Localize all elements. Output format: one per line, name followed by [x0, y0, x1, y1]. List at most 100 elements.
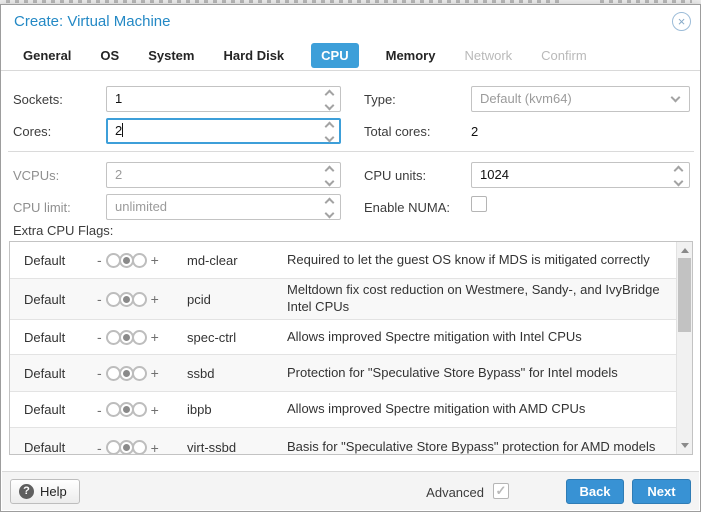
slider-plus-icon[interactable]: + [151, 440, 159, 456]
cores-input[interactable]: 2 [106, 118, 341, 144]
flag-state: Default [24, 440, 97, 455]
slider-minus-icon[interactable]: - [97, 402, 102, 418]
flag-description: Protection for "Speculative Store Bypass… [287, 365, 676, 382]
cpu-limit-input: unlimited [106, 194, 341, 220]
slider-on-circle[interactable] [132, 292, 147, 307]
tab-system[interactable]: System [146, 43, 196, 68]
slider-plus-icon[interactable]: + [151, 402, 159, 418]
advanced-checkbox[interactable]: ✓ [493, 483, 509, 499]
flag-row-ssbd[interactable]: Default - + ssbd Protection for "Specula… [10, 355, 676, 392]
dialog-title: Create: Virtual Machine [14, 13, 170, 30]
flag-description: Basis for "Speculative Store Bypass" pro… [287, 439, 676, 455]
next-button[interactable]: Next [632, 479, 691, 504]
flag-state: Default [24, 402, 97, 417]
tab-os[interactable]: OS [98, 43, 121, 68]
slider-minus-icon[interactable]: - [97, 329, 102, 345]
scrollbar[interactable] [676, 242, 692, 454]
flag-row-pcid[interactable]: Default - + pcid Meltdown fix cost reduc… [10, 279, 676, 320]
flag-slider[interactable]: - + [97, 365, 187, 381]
slider-minus-icon[interactable]: - [97, 440, 102, 456]
slider-minus-icon[interactable]: - [97, 291, 102, 307]
flag-description: Allows improved Spectre mitigation with … [287, 401, 676, 418]
tab-cpu[interactable]: CPU [311, 43, 358, 68]
spinner-arrows-icon[interactable] [326, 123, 333, 141]
slider-plus-icon[interactable]: + [151, 329, 159, 345]
vcpus-value: 2 [115, 167, 122, 182]
total-cores-value: 2 [471, 124, 478, 139]
slider-plus-icon[interactable]: + [151, 252, 159, 268]
cpu-limit-value: unlimited [115, 199, 167, 214]
tab-general[interactable]: General [21, 43, 73, 68]
spinner-arrows-icon[interactable] [675, 167, 682, 185]
tab-network: Network [462, 43, 514, 68]
flag-name: pcid [187, 292, 287, 307]
cpu-units-input[interactable]: 1024 [471, 162, 690, 188]
slider-plus-icon[interactable]: + [151, 291, 159, 307]
slider-plus-icon[interactable]: + [151, 365, 159, 381]
sockets-label: Sockets: [13, 92, 63, 107]
check-icon: ✓ [494, 484, 508, 498]
help-button-label: Help [40, 484, 67, 499]
spinner-arrows-icon[interactable] [326, 91, 333, 109]
help-icon: ? [19, 484, 34, 499]
flag-slider[interactable]: - + [97, 252, 187, 268]
flag-name: spec-ctrl [187, 330, 287, 345]
cpu-flags-rows: Default - + md-clear Required to let the… [10, 242, 676, 455]
vcpus-label: VCPUs: [13, 168, 59, 183]
slider-on-circle[interactable] [132, 440, 147, 455]
dialog-footer: ? Help Advanced ✓ Back Next [2, 471, 699, 510]
extra-cpu-flags-label: Extra CPU Flags: [13, 223, 113, 238]
tab-hard-disk[interactable]: Hard Disk [221, 43, 286, 68]
flag-row-spec-ctrl[interactable]: Default - + spec-ctrl Allows improved Sp… [10, 320, 676, 355]
flag-row-md-clear[interactable]: Default - + md-clear Required to let the… [10, 242, 676, 279]
scroll-down-icon[interactable] [681, 443, 689, 448]
flag-description: Meltdown fix cost reduction on Westmere,… [287, 282, 676, 316]
flag-state: Default [24, 253, 97, 268]
flag-name: md-clear [187, 253, 287, 268]
type-label: Type: [364, 92, 396, 107]
tab-confirm: Confirm [539, 43, 589, 68]
advanced-section-divider [8, 151, 694, 152]
slider-on-circle[interactable] [132, 402, 147, 417]
cores-label: Cores: [13, 124, 51, 139]
sockets-input[interactable]: 1 [106, 86, 341, 112]
flag-row-virt-ssbd[interactable]: Default - + virt-ssbd Basis for "Specula… [10, 428, 676, 455]
flag-slider[interactable]: - + [97, 440, 187, 456]
flag-slider[interactable]: - + [97, 402, 187, 418]
total-cores-label: Total cores: [364, 124, 430, 139]
cpu-units-label: CPU units: [364, 168, 426, 183]
background-text-fragment [600, 0, 692, 3]
slider-on-circle[interactable] [132, 330, 147, 345]
flag-slider[interactable]: - + [97, 329, 187, 345]
flag-slider[interactable]: - + [97, 291, 187, 307]
slider-on-circle[interactable] [132, 253, 147, 268]
type-value: Default (kvm64) [480, 91, 572, 106]
enable-numa-checkbox[interactable]: ✓ [471, 196, 487, 212]
flag-name: ssbd [187, 366, 287, 381]
scroll-up-icon[interactable] [681, 248, 689, 253]
text-caret [122, 123, 123, 137]
background-text-fragment [6, 0, 561, 3]
slider-minus-icon[interactable]: - [97, 252, 102, 268]
type-dropdown[interactable]: Default (kvm64) [471, 86, 690, 112]
tab-bar: General OS System Hard Disk CPU Memory N… [1, 41, 700, 71]
flag-description: Allows improved Spectre mitigation with … [287, 329, 676, 346]
chevron-down-icon[interactable] [671, 93, 681, 103]
flag-name: ibpb [187, 402, 287, 417]
slider-on-circle[interactable] [132, 366, 147, 381]
scrollbar-thumb[interactable] [678, 258, 691, 332]
slider-minus-icon[interactable]: - [97, 365, 102, 381]
flag-state: Default [24, 366, 97, 381]
help-button[interactable]: ? Help [10, 479, 80, 504]
flag-state: Default [24, 330, 97, 345]
enable-numa-label: Enable NUMA: [364, 200, 450, 215]
flag-row-ibpb[interactable]: Default - + ibpb Allows improved Spectre… [10, 392, 676, 428]
flag-name: virt-ssbd [187, 440, 287, 455]
advanced-label: Advanced [426, 485, 484, 500]
back-button[interactable]: Back [566, 479, 624, 504]
close-icon[interactable]: × [672, 12, 691, 31]
vcpus-input: 2 [106, 162, 341, 188]
create-vm-dialog: Create: Virtual Machine × General OS Sys… [0, 4, 701, 512]
tab-memory[interactable]: Memory [384, 43, 438, 68]
cpu-limit-label: CPU limit: [13, 200, 71, 215]
